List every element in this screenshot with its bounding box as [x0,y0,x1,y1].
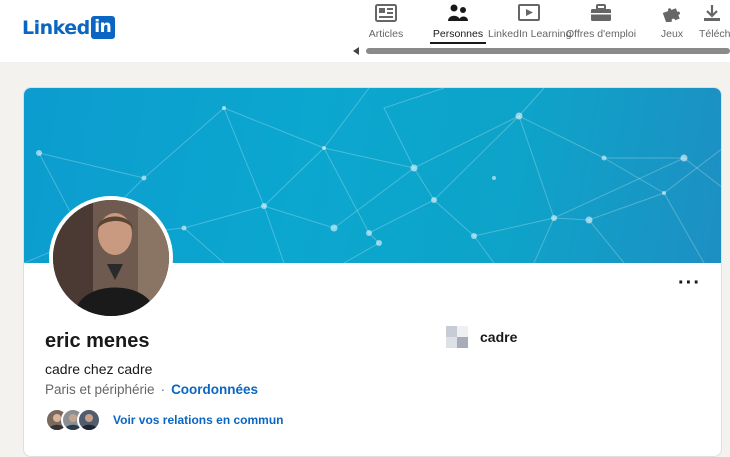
contact-info-link[interactable]: Coordonnées [171,382,258,397]
profile-card: ··· eric menes cadre chez cadre Paris et… [23,87,722,457]
company-logo-icon [446,326,468,348]
mutual-connections-link[interactable]: Voir vos relations en commun [113,413,283,427]
learning-play-icon [518,4,540,21]
profile-name: eric menes [45,330,150,352]
article-icon [375,4,397,22]
company-name: cadre [480,329,518,345]
nav-label-personnes: Personnes [432,28,484,40]
nav-item-personnes[interactable]: Personnes [430,2,486,44]
nav-label-jobs: Offres d'emploi [565,28,637,40]
download-icon [704,5,720,21]
scroll-left-arrow-icon[interactable] [353,47,359,55]
nav-item-learning[interactable]: LinkedIn Learning [488,2,572,44]
puzzle-icon [662,8,681,22]
scroll-thumb[interactable] [366,48,730,54]
separator-dot: · [160,382,166,397]
mutual-avatar-3 [77,408,101,432]
profile-photo[interactable] [53,200,169,316]
nav-item-games[interactable]: Jeux [652,2,692,44]
nav-scrollbar[interactable] [352,45,730,57]
logo-text: Linked [22,16,90,39]
profile-photo-frame[interactable] [49,196,173,320]
linkedin-logo[interactable]: Linked in [22,16,115,39]
mutual-connections[interactable]: Voir vos relations en commun [45,408,283,432]
nav-label-download: Téléch [699,28,730,40]
more-options-button[interactable]: ··· [678,273,702,294]
nav-label-learning: LinkedIn Learning [488,28,572,40]
nav-item-download[interactable]: Téléch [694,2,730,44]
nav-item-jobs[interactable]: Offres d'emploi [565,2,637,44]
profile-photo-image [53,200,169,316]
profile-headline: cadre chez cadre [45,361,153,377]
profile-location-row: Paris et périphérie · Coordonnées [45,382,258,397]
briefcase-icon [591,4,611,21]
logo-box: in [90,16,115,39]
profile-location: Paris et périphérie [45,382,155,397]
top-navigation-bar: Linked in Articles Personnes LinkedIn Le… [0,0,730,62]
people-icon [448,4,468,21]
nav-label-games: Jeux [660,28,684,40]
nav-item-articles[interactable]: Articles [357,2,415,44]
current-company[interactable]: cadre [446,326,517,348]
nav-label-articles: Articles [368,28,404,40]
